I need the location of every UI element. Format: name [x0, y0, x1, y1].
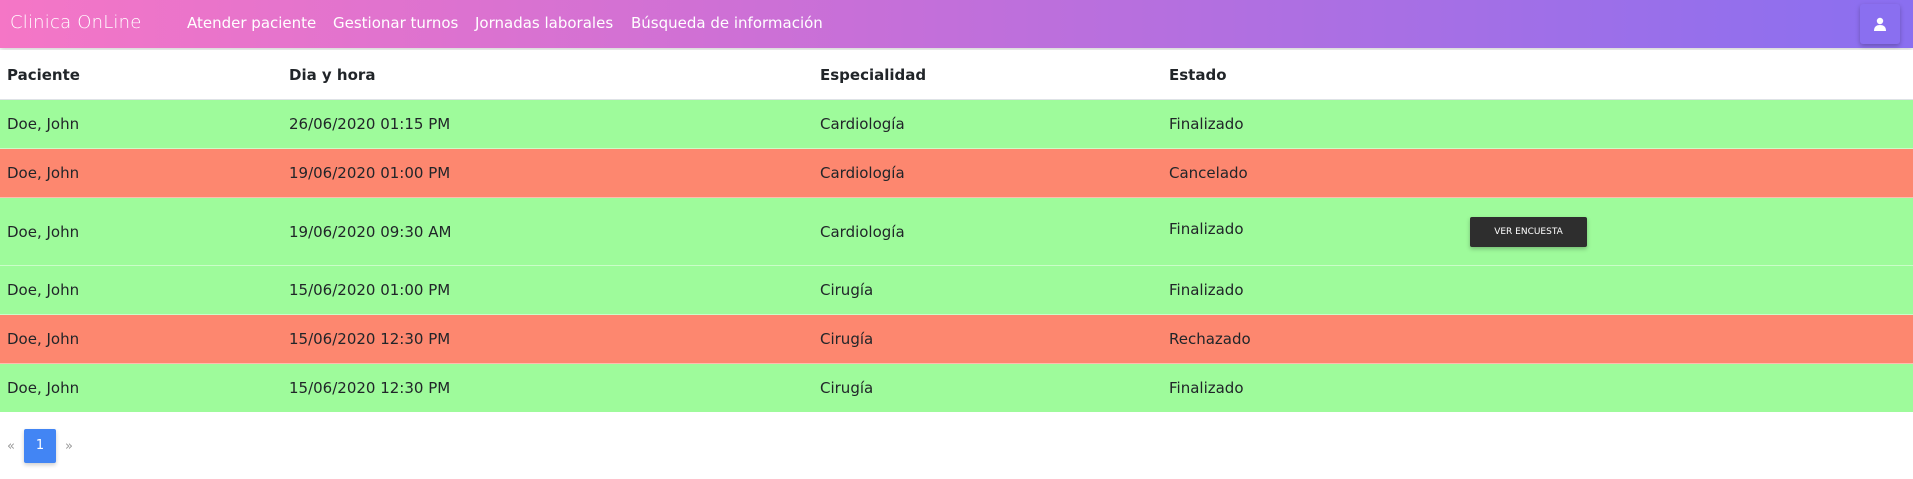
cell-paciente: Doe, John	[0, 197, 282, 266]
cell-fecha: 15/06/2020 12:30 PM	[282, 314, 813, 364]
nav-busqueda-informacion[interactable]: Búsqueda de información	[631, 14, 823, 32]
cell-estado-with-action: Finalizado Ver encuesta	[1162, 197, 1913, 266]
cell-especialidad: Cirugía	[813, 314, 1162, 364]
appointments-table: Paciente Dia y hora Especialidad Estado …	[0, 50, 1913, 412]
pagination-next[interactable]: »	[58, 439, 80, 454]
cell-paciente: Doe, John	[0, 363, 282, 412]
cell-paciente: Doe, John	[0, 265, 282, 315]
table-header-row: Paciente Dia y hora Especialidad Estado	[0, 50, 1913, 100]
nav-jornadas-laborales[interactable]: Jornadas laborales	[475, 14, 613, 32]
header-especialidad: Especialidad	[813, 50, 1162, 100]
cell-estado: Finalizado	[1162, 265, 1913, 315]
cell-estado: Cancelado	[1162, 148, 1913, 198]
user-menu-button[interactable]	[1860, 4, 1900, 44]
cell-fecha: 19/06/2020 01:00 PM	[282, 148, 813, 198]
cell-especialidad: Cardiología	[813, 99, 1162, 149]
table-row: Doe, John 15/06/2020 12:30 PM Cirugía Re…	[0, 314, 1913, 364]
header-paciente: Paciente	[0, 50, 282, 100]
pagination: « 1 »	[0, 429, 80, 463]
header-dia-hora: Dia y hora	[282, 50, 813, 100]
pagination-page-1[interactable]: 1	[24, 429, 56, 463]
user-icon	[1874, 17, 1886, 31]
cell-especialidad: Cirugía	[813, 265, 1162, 315]
cell-paciente: Doe, John	[0, 314, 282, 364]
brand-title[interactable]: Clinica OnLine	[10, 12, 142, 33]
table-row: Doe, John 15/06/2020 01:00 PM Cirugía Fi…	[0, 265, 1913, 315]
table-row: Doe, John 19/06/2020 09:30 AM Cardiologí…	[0, 197, 1913, 266]
cell-estado: Finalizado	[1162, 363, 1913, 412]
table-row: Doe, John 19/06/2020 01:00 PM Cardiologí…	[0, 148, 1913, 198]
cell-especialidad: Cardiología	[813, 148, 1162, 198]
cell-fecha: 15/06/2020 12:30 PM	[282, 363, 813, 412]
pagination-prev[interactable]: «	[0, 439, 22, 454]
table-row: Doe, John 26/06/2020 01:15 PM Cardiologí…	[0, 99, 1913, 149]
cell-fecha: 19/06/2020 09:30 AM	[282, 197, 813, 266]
ver-encuesta-button[interactable]: Ver encuesta	[1470, 216, 1587, 247]
top-navbar: Clinica OnLine Atender paciente Gestiona…	[0, 0, 1913, 48]
cell-fecha: 15/06/2020 01:00 PM	[282, 265, 813, 315]
nav-atender-paciente[interactable]: Atender paciente	[187, 14, 316, 32]
cell-paciente: Doe, John	[0, 99, 282, 149]
cell-estado: Finalizado	[1162, 99, 1913, 149]
table-row: Doe, John 15/06/2020 12:30 PM Cirugía Fi…	[0, 363, 1913, 412]
cell-fecha: 26/06/2020 01:15 PM	[282, 99, 813, 149]
cell-paciente: Doe, John	[0, 148, 282, 198]
cell-estado: Finalizado	[1169, 219, 1244, 238]
cell-especialidad: Cardiología	[813, 197, 1162, 266]
cell-especialidad: Cirugía	[813, 363, 1162, 412]
header-estado: Estado	[1162, 50, 1913, 100]
cell-estado: Rechazado	[1162, 314, 1913, 364]
nav-gestionar-turnos[interactable]: Gestionar turnos	[333, 14, 458, 32]
